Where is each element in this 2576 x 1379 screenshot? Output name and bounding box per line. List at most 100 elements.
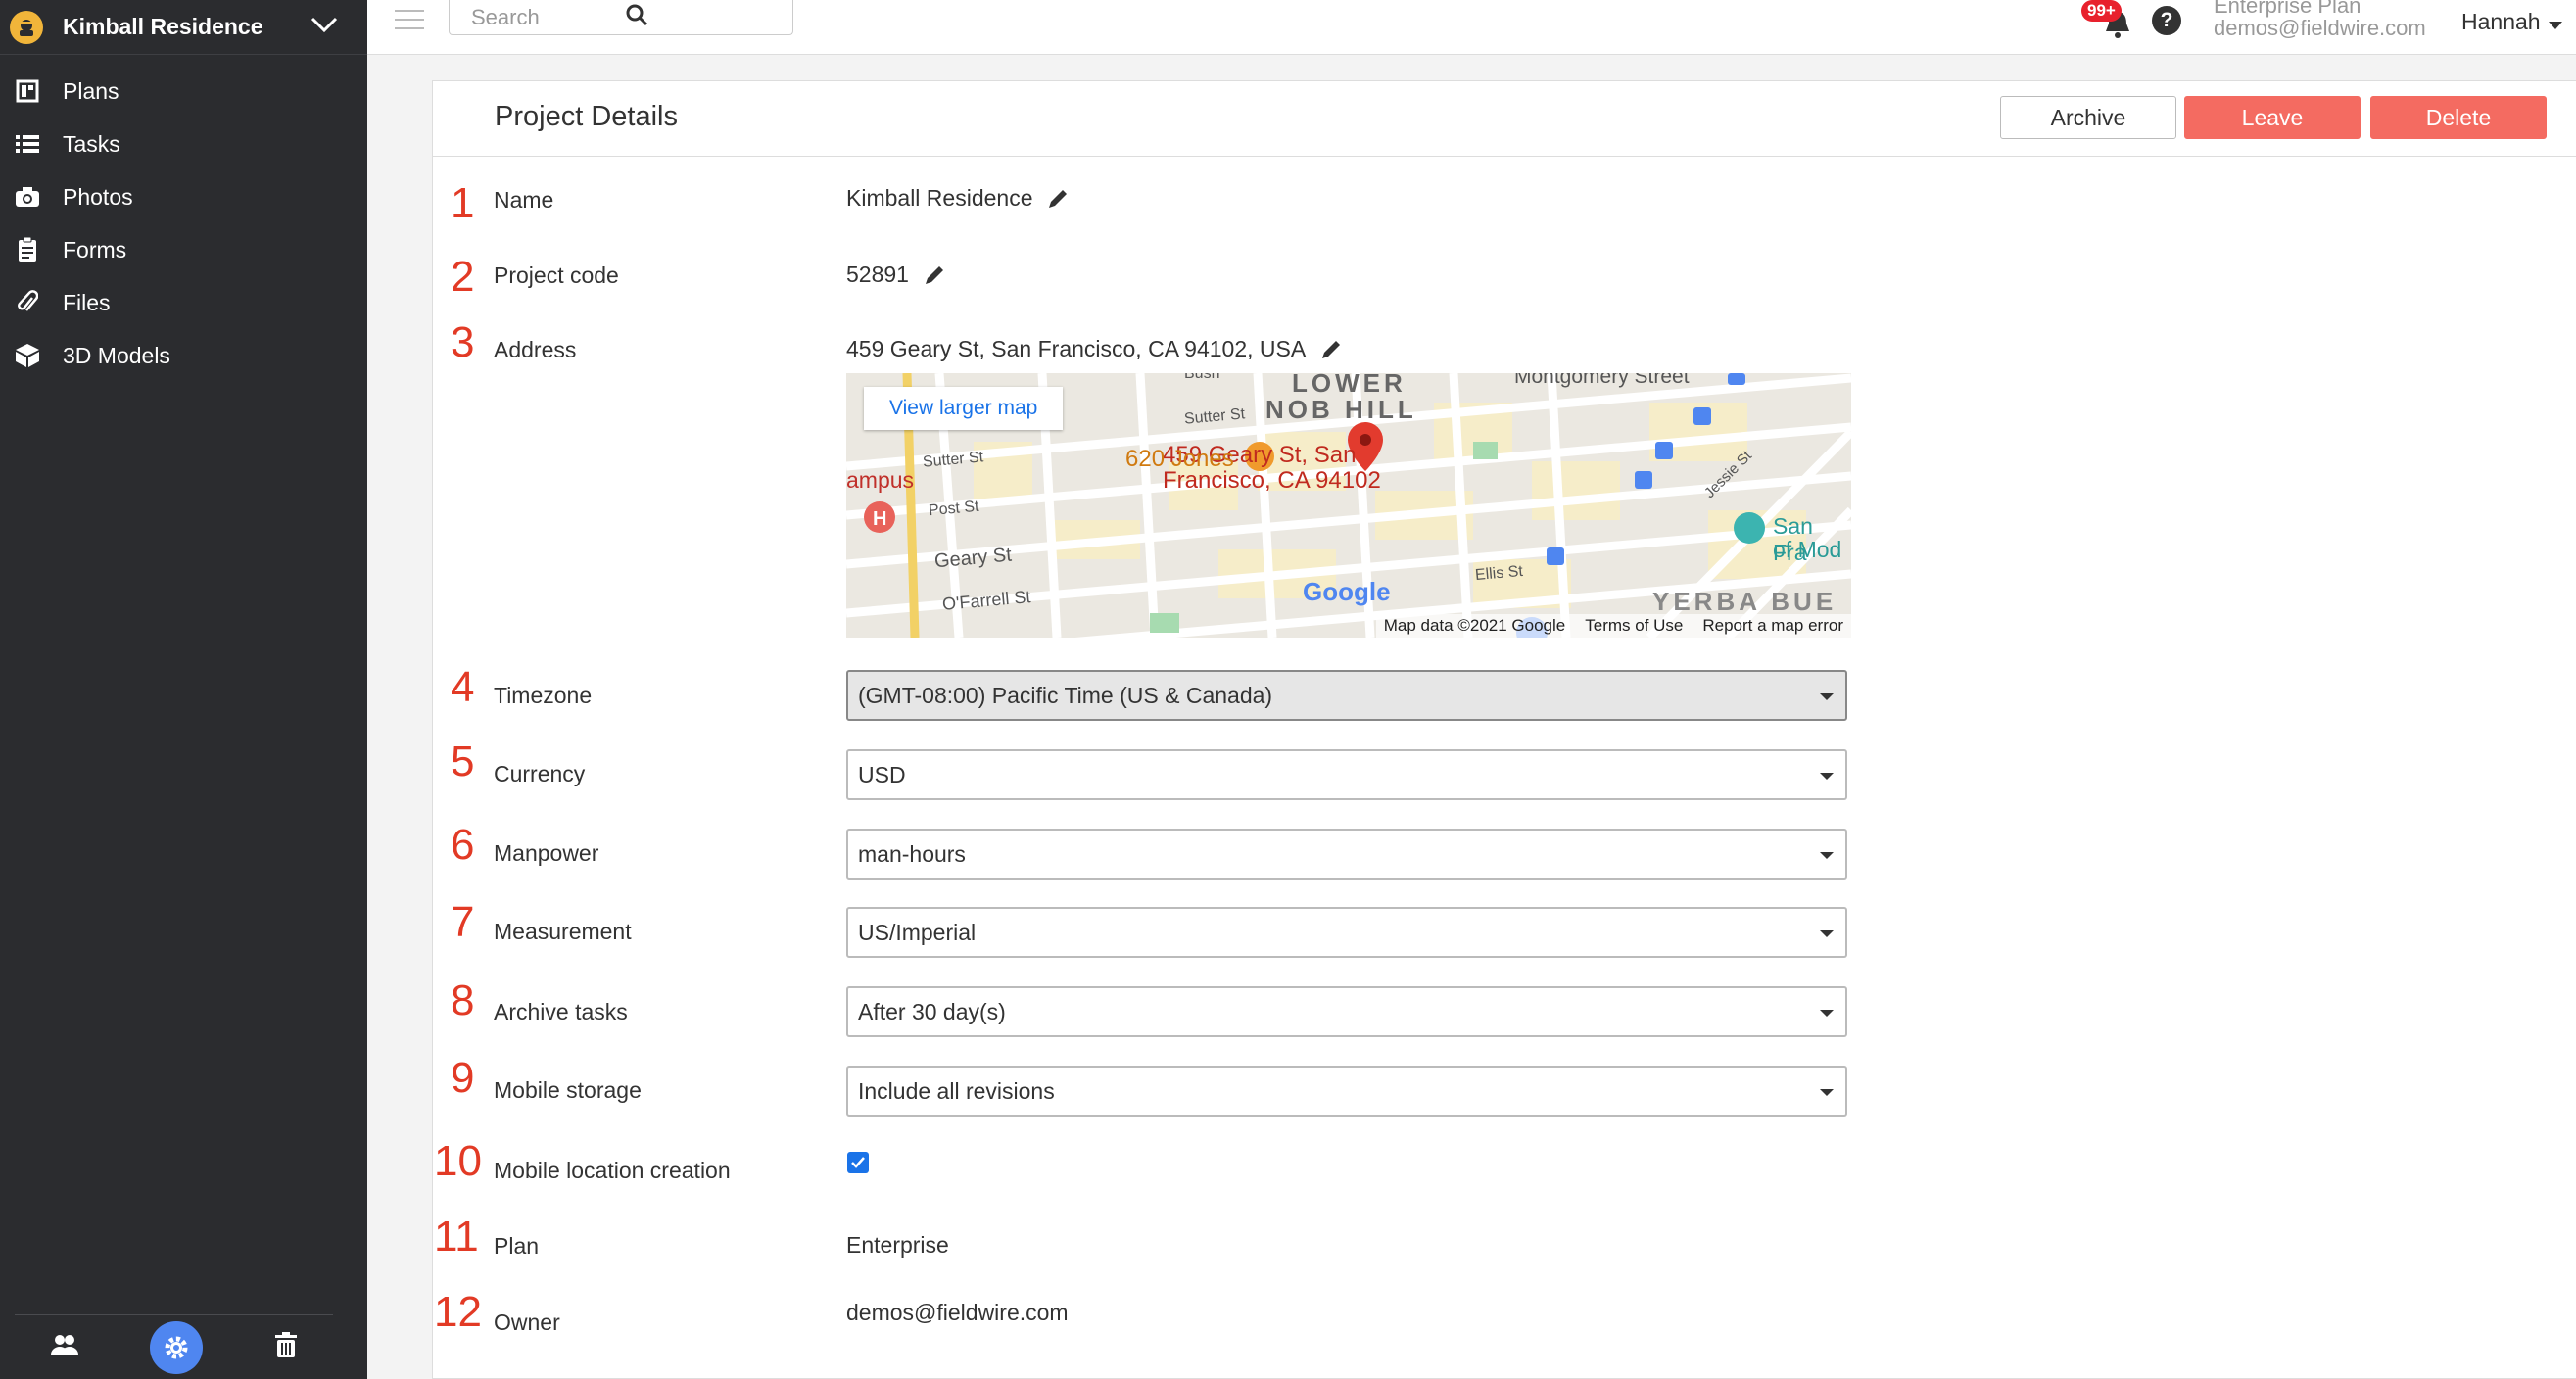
project-code-value: 52891 xyxy=(846,262,946,288)
pencil-icon[interactable] xyxy=(923,263,946,287)
sidebar-footer xyxy=(15,1314,333,1379)
row-number: 8 xyxy=(451,976,475,1024)
owner-label: Owner xyxy=(494,1309,560,1335)
map-terms-link[interactable]: Terms of Use xyxy=(1585,616,1683,636)
manpower-select[interactable]: man-hours xyxy=(846,829,1847,880)
camera-icon xyxy=(14,183,41,211)
sidebar-item-label: Plans xyxy=(63,77,119,104)
manpower-label: Manpower xyxy=(494,840,599,866)
panel-header: Project Details Archive Leave Delete xyxy=(433,81,2576,157)
project-logo-icon xyxy=(10,10,43,44)
caret-down-icon xyxy=(2548,9,2562,35)
map-report-link[interactable]: Report a map error xyxy=(1702,616,1843,636)
currency-value: USD xyxy=(858,761,906,787)
measurement-label: Measurement xyxy=(494,919,632,944)
sidebar: Kimball Residence Plans Tasks Photos For… xyxy=(0,0,367,1379)
search-icon[interactable] xyxy=(625,3,779,32)
project-name-text: Kimball Residence xyxy=(846,185,1033,211)
delete-button[interactable]: Delete xyxy=(2370,96,2547,139)
sidebar-item-label: Tasks xyxy=(63,130,120,157)
trash-icon[interactable] xyxy=(275,1332,298,1362)
archive-tasks-select[interactable]: After 30 day(s) xyxy=(846,986,1847,1037)
help-icon[interactable]: ? xyxy=(2152,6,2181,35)
timezone-label: Timezone xyxy=(494,683,593,708)
clipboard-icon xyxy=(14,236,41,263)
district-nob-hill: NOB HILL xyxy=(1265,395,1417,424)
mobile-storage-label: Mobile storage xyxy=(494,1077,642,1103)
address-map[interactable]: H View larger map 459 Geary St, San Fran… xyxy=(846,373,1851,638)
manpower-value: man-hours xyxy=(858,840,966,867)
search-placeholder: Search xyxy=(471,4,540,29)
gear-icon[interactable] xyxy=(150,1320,204,1374)
plan-text: Enterprise xyxy=(846,1232,949,1258)
account-info: Enterprise Plan demos@fieldwire.com xyxy=(2214,0,2426,39)
name-label: Name xyxy=(494,187,554,213)
plan-label: Plan xyxy=(494,1233,540,1259)
svg-text:H: H xyxy=(873,508,886,530)
cube-icon xyxy=(14,342,41,369)
caret-down-icon xyxy=(1820,773,1834,780)
sidebar-item-files[interactable]: Files xyxy=(0,276,367,329)
paperclip-icon xyxy=(14,289,41,316)
mobile-storage-select[interactable]: Include all revisions xyxy=(846,1066,1847,1117)
row-number: 7 xyxy=(451,898,475,946)
caret-down-icon xyxy=(1820,852,1834,859)
mobile-storage-value: Include all revisions xyxy=(858,1077,1055,1104)
campus-label: ampus xyxy=(846,467,915,493)
row-number: 4 xyxy=(451,663,475,711)
row-number: 11 xyxy=(434,1213,479,1260)
archive-button[interactable]: Archive xyxy=(2000,96,2176,139)
row-number: 6 xyxy=(451,821,475,869)
sidebar-item-forms[interactable]: Forms xyxy=(0,223,367,276)
view-larger-map-link[interactable]: View larger map xyxy=(864,387,1064,430)
top-bar: Search 99+ ? Enterprise Plan demos@field… xyxy=(367,0,2576,55)
timezone-select[interactable]: (GMT-08:00) Pacific Time (US & Canada) xyxy=(846,670,1847,721)
archive-tasks-label: Archive tasks xyxy=(494,999,628,1024)
currency-select[interactable]: USD xyxy=(846,749,1847,800)
sidebar-item-3d-models[interactable]: 3D Models xyxy=(0,329,367,382)
row-number: 2 xyxy=(451,253,475,301)
street-montgomery: Montgomery Street xyxy=(1514,373,1690,388)
chevron-down-icon[interactable] xyxy=(310,16,338,38)
sidebar-item-plans[interactable]: Plans xyxy=(0,65,367,118)
address-value: 459 Geary St, San Francisco, CA 94102, U… xyxy=(846,336,1343,362)
user-menu[interactable]: Hannah xyxy=(2461,9,2562,35)
sidebar-item-label: 3D Models xyxy=(63,342,170,368)
plan-value: Enterprise xyxy=(846,1232,949,1259)
sidebar-item-tasks[interactable]: Tasks xyxy=(0,118,367,170)
row-number: 1 xyxy=(451,179,475,227)
address-text: 459 Geary St, San Francisco, CA 94102, U… xyxy=(846,336,1307,361)
archive-tasks-value: After 30 day(s) xyxy=(858,998,1006,1024)
caret-down-icon xyxy=(1820,930,1834,937)
account-email: demos@fieldwire.com xyxy=(2214,16,2426,40)
row-number: 12 xyxy=(434,1288,482,1336)
caret-down-icon xyxy=(1820,1010,1834,1017)
timezone-value: (GMT-08:00) Pacific Time (US & Canada) xyxy=(858,682,1273,708)
district-yerba: YERBA BUE xyxy=(1652,587,1837,616)
currency-label: Currency xyxy=(494,761,586,786)
sidebar-item-label: Files xyxy=(63,289,111,315)
menu-icon[interactable] xyxy=(395,8,424,31)
measurement-select[interactable]: US/Imperial xyxy=(846,907,1847,958)
sidebar-item-photos[interactable]: Photos xyxy=(0,170,367,223)
mobile-location-checkbox[interactable] xyxy=(847,1152,869,1173)
sidebar-item-label: Photos xyxy=(63,183,133,210)
mobile-location-label: Mobile location creation xyxy=(494,1158,731,1183)
project-switcher[interactable]: Kimball Residence xyxy=(0,0,367,55)
row-number: 3 xyxy=(451,318,475,366)
sidebar-item-label: Forms xyxy=(63,236,127,262)
pencil-icon[interactable] xyxy=(1046,187,1070,211)
pencil-icon[interactable] xyxy=(1319,338,1343,361)
plan-name: Enterprise Plan xyxy=(2214,0,2361,18)
caret-down-icon xyxy=(1820,693,1834,700)
people-icon[interactable] xyxy=(50,1334,78,1360)
measurement-value: US/Imperial xyxy=(858,919,977,945)
map-footer: Map data ©2021 Google Terms of Use Repor… xyxy=(1375,614,1851,638)
leave-button[interactable]: Leave xyxy=(2184,96,2361,139)
search-input[interactable]: Search xyxy=(449,0,793,35)
google-logo: Google xyxy=(1303,577,1391,606)
owner-text: demos@fieldwire.com xyxy=(846,1300,1069,1325)
owner-value: demos@fieldwire.com xyxy=(846,1300,1069,1326)
user-name: Hannah xyxy=(2461,9,2541,34)
page-title: Project Details xyxy=(495,101,678,132)
